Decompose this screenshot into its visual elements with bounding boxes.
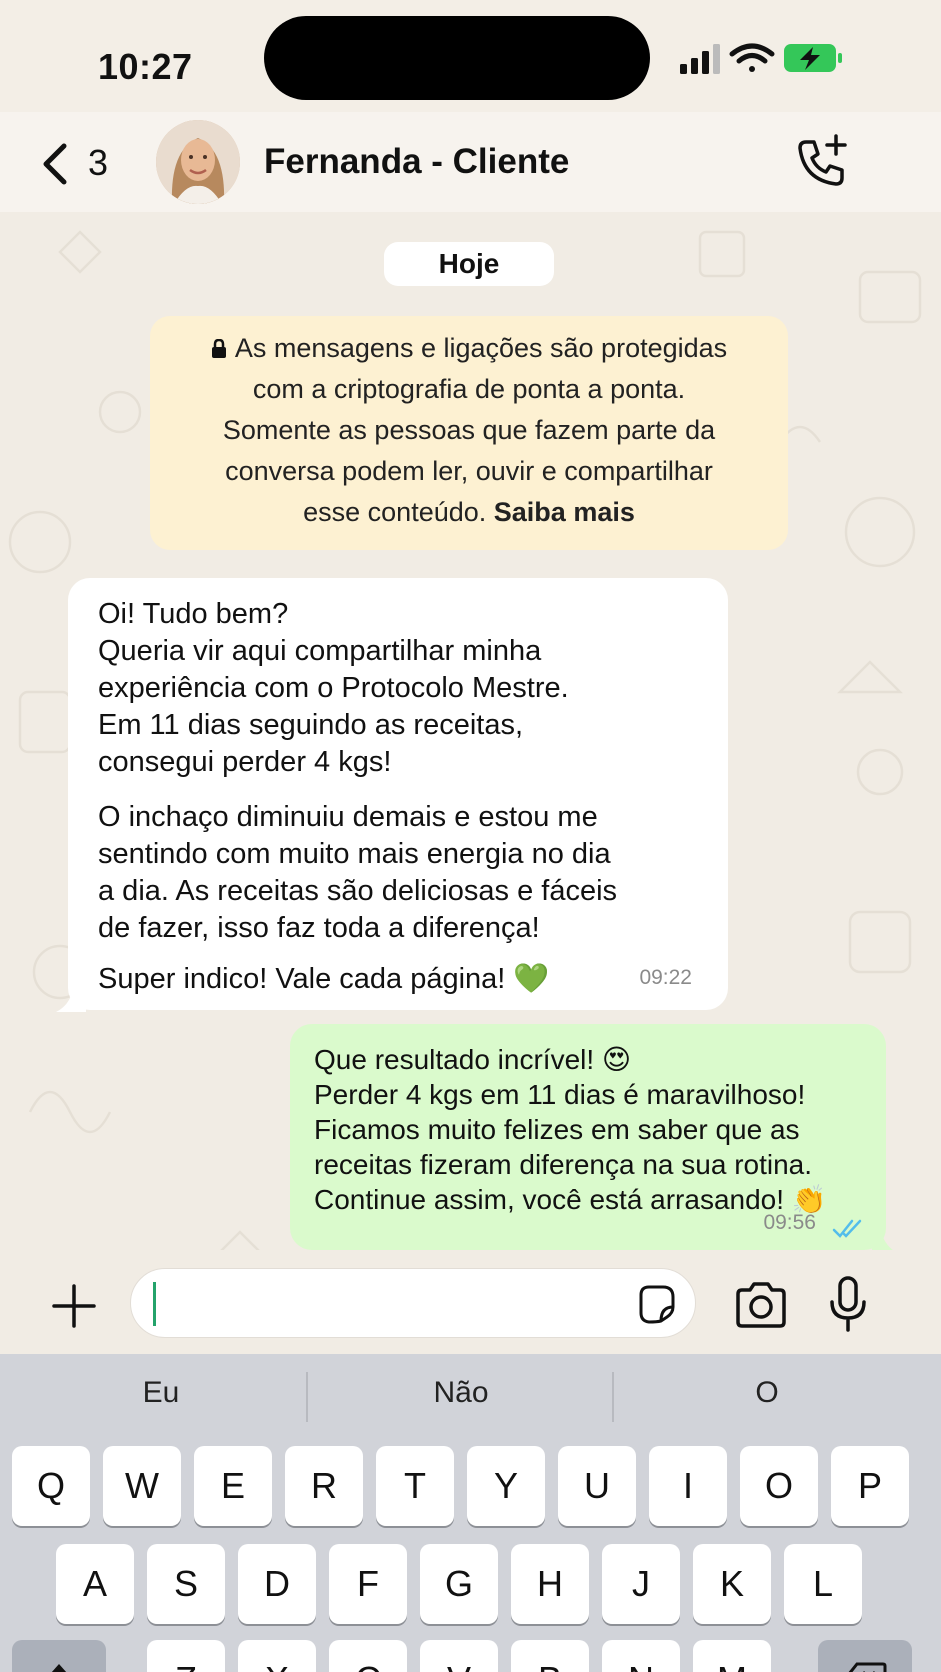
shift-key[interactable] xyxy=(12,1640,106,1672)
key-z[interactable]: Z xyxy=(147,1640,225,1672)
add-call-icon[interactable] xyxy=(792,134,850,192)
key-b[interactable]: B xyxy=(511,1640,589,1672)
msg-out-line: Ficamos muito felizes em saber que as xyxy=(314,1114,800,1145)
key-c[interactable]: C xyxy=(329,1640,407,1672)
avatar[interactable] xyxy=(156,120,240,204)
key-j[interactable]: J xyxy=(602,1544,680,1624)
key-u[interactable]: U xyxy=(558,1446,636,1526)
msg-in-line: a dia. As receitas são deliciosas e fáce… xyxy=(98,875,618,907)
key-s[interactable]: S xyxy=(147,1544,225,1624)
msg-in-line: O inchaço diminuiu demais e estou me xyxy=(98,801,598,833)
unread-count[interactable]: 3 xyxy=(88,142,108,184)
key-w[interactable]: W xyxy=(103,1446,181,1526)
incoming-message-bubble[interactable]: Oi! Tudo bem? Queria vir aqui compartilh… xyxy=(68,578,728,1010)
key-h[interactable]: H xyxy=(511,1544,589,1624)
msg-in-line: consegui perder 4 kgs! xyxy=(98,746,392,778)
plus-icon[interactable] xyxy=(52,1284,96,1328)
shift-arrow-icon xyxy=(51,1664,67,1672)
whatsapp-chat-screen: 10:27 3 Fernanda - Cliente Hoje As mensa… xyxy=(0,0,941,1672)
lock-icon xyxy=(211,339,226,358)
key-i[interactable]: I xyxy=(649,1446,727,1526)
msg-in-line: Queria vir aqui compartilhar minha xyxy=(98,635,542,667)
battery-charging-icon xyxy=(784,44,842,72)
e2e-line-1: As mensagens e ligações são protegidas xyxy=(234,333,728,363)
e2e-line-4: conversa podem ler, ouvir e compartilhar xyxy=(225,456,713,486)
key-y[interactable]: Y xyxy=(467,1446,545,1526)
key-x[interactable]: X xyxy=(238,1640,316,1672)
outgoing-timestamp: 09:56 xyxy=(763,1211,816,1234)
key-p[interactable]: P xyxy=(831,1446,909,1526)
message-input[interactable] xyxy=(130,1268,696,1338)
status-icons xyxy=(680,43,842,74)
key-m[interactable]: M xyxy=(693,1640,771,1672)
key-o[interactable]: O xyxy=(740,1446,818,1526)
incoming-timestamp: 09:22 xyxy=(639,966,692,989)
microphone-icon[interactable] xyxy=(828,1276,868,1332)
avatar-photo xyxy=(156,120,240,204)
camera-icon[interactable] xyxy=(734,1282,788,1328)
msg-in-line: sentindo com muito mais energia no dia xyxy=(98,838,611,870)
key-l[interactable]: L xyxy=(784,1544,862,1624)
key-n[interactable]: N xyxy=(602,1640,680,1672)
encryption-notice[interactable]: As mensagens e ligações são protegidas c… xyxy=(150,316,788,550)
key-t[interactable]: T xyxy=(376,1446,454,1526)
dynamic-island xyxy=(264,16,650,100)
keyboard: Eu Não O Q W E R T Y U I O P A S D F G H… xyxy=(0,1354,941,1672)
e2e-line-2: com a criptografia de ponta a ponta. xyxy=(252,374,686,404)
msg-in-line: de fazer, isso faz toda a diferença! xyxy=(98,912,540,944)
key-k[interactable]: K xyxy=(693,1544,771,1624)
keyboard-suggestions: Eu Não O xyxy=(0,1354,941,1440)
back-chevron-icon[interactable] xyxy=(36,140,76,188)
chat-header: 3 Fernanda - Cliente xyxy=(0,112,941,212)
key-f[interactable]: F xyxy=(329,1544,407,1624)
msg-in-line: Em 11 dias seguindo as receitas, xyxy=(98,709,524,741)
composer-bar xyxy=(0,1250,941,1354)
date-chip: Hoje xyxy=(384,242,554,286)
contact-name[interactable]: Fernanda - Cliente xyxy=(264,142,569,182)
status-time: 10:27 xyxy=(98,46,193,87)
learn-more-link[interactable]: Saiba mais xyxy=(494,497,635,527)
backspace-icon xyxy=(848,1662,887,1672)
key-a[interactable]: A xyxy=(56,1544,134,1624)
e2e-line-3: Somente as pessoas que fazem parte da xyxy=(222,415,716,445)
sticker-icon[interactable] xyxy=(635,1283,677,1325)
msg-in-line: experiência com o Protocolo Mestre. xyxy=(98,672,569,704)
key-q[interactable]: Q xyxy=(12,1446,90,1526)
suggestion-2[interactable]: Não xyxy=(308,1376,614,1410)
key-d[interactable]: D xyxy=(238,1544,316,1624)
msg-out-line: Que resultado incrível! 😍 xyxy=(314,1044,632,1075)
msg-out-line: Perder 4 kgs em 11 dias é maravilhoso! xyxy=(314,1079,806,1110)
wifi-icon xyxy=(729,43,775,72)
msg-in-line: Oi! Tudo bem? xyxy=(98,598,289,630)
msg-out-line: receitas fizeram diferença na sua rotina… xyxy=(314,1149,813,1180)
key-g[interactable]: G xyxy=(420,1544,498,1624)
outgoing-message-bubble[interactable]: Que resultado incrível! 😍 Perder 4 kgs e… xyxy=(290,1024,886,1250)
double-check-read-icon xyxy=(832,1219,862,1238)
key-e[interactable]: E xyxy=(194,1446,272,1526)
e2e-line-5: esse conteúdo. xyxy=(303,497,487,527)
chat-messages-area[interactable]: Hoje As mensagens e ligações são protegi… xyxy=(0,212,941,1354)
cellular-signal-icon xyxy=(680,44,720,74)
key-r[interactable]: R xyxy=(285,1446,363,1526)
text-caret xyxy=(153,1282,156,1326)
suggestion-1[interactable]: Eu xyxy=(8,1376,314,1410)
msg-in-closing: Super indico! Vale cada página! 💚 xyxy=(98,963,550,995)
delete-key[interactable] xyxy=(818,1640,912,1672)
suggestion-3[interactable]: O xyxy=(614,1376,920,1410)
key-v[interactable]: V xyxy=(420,1640,498,1672)
